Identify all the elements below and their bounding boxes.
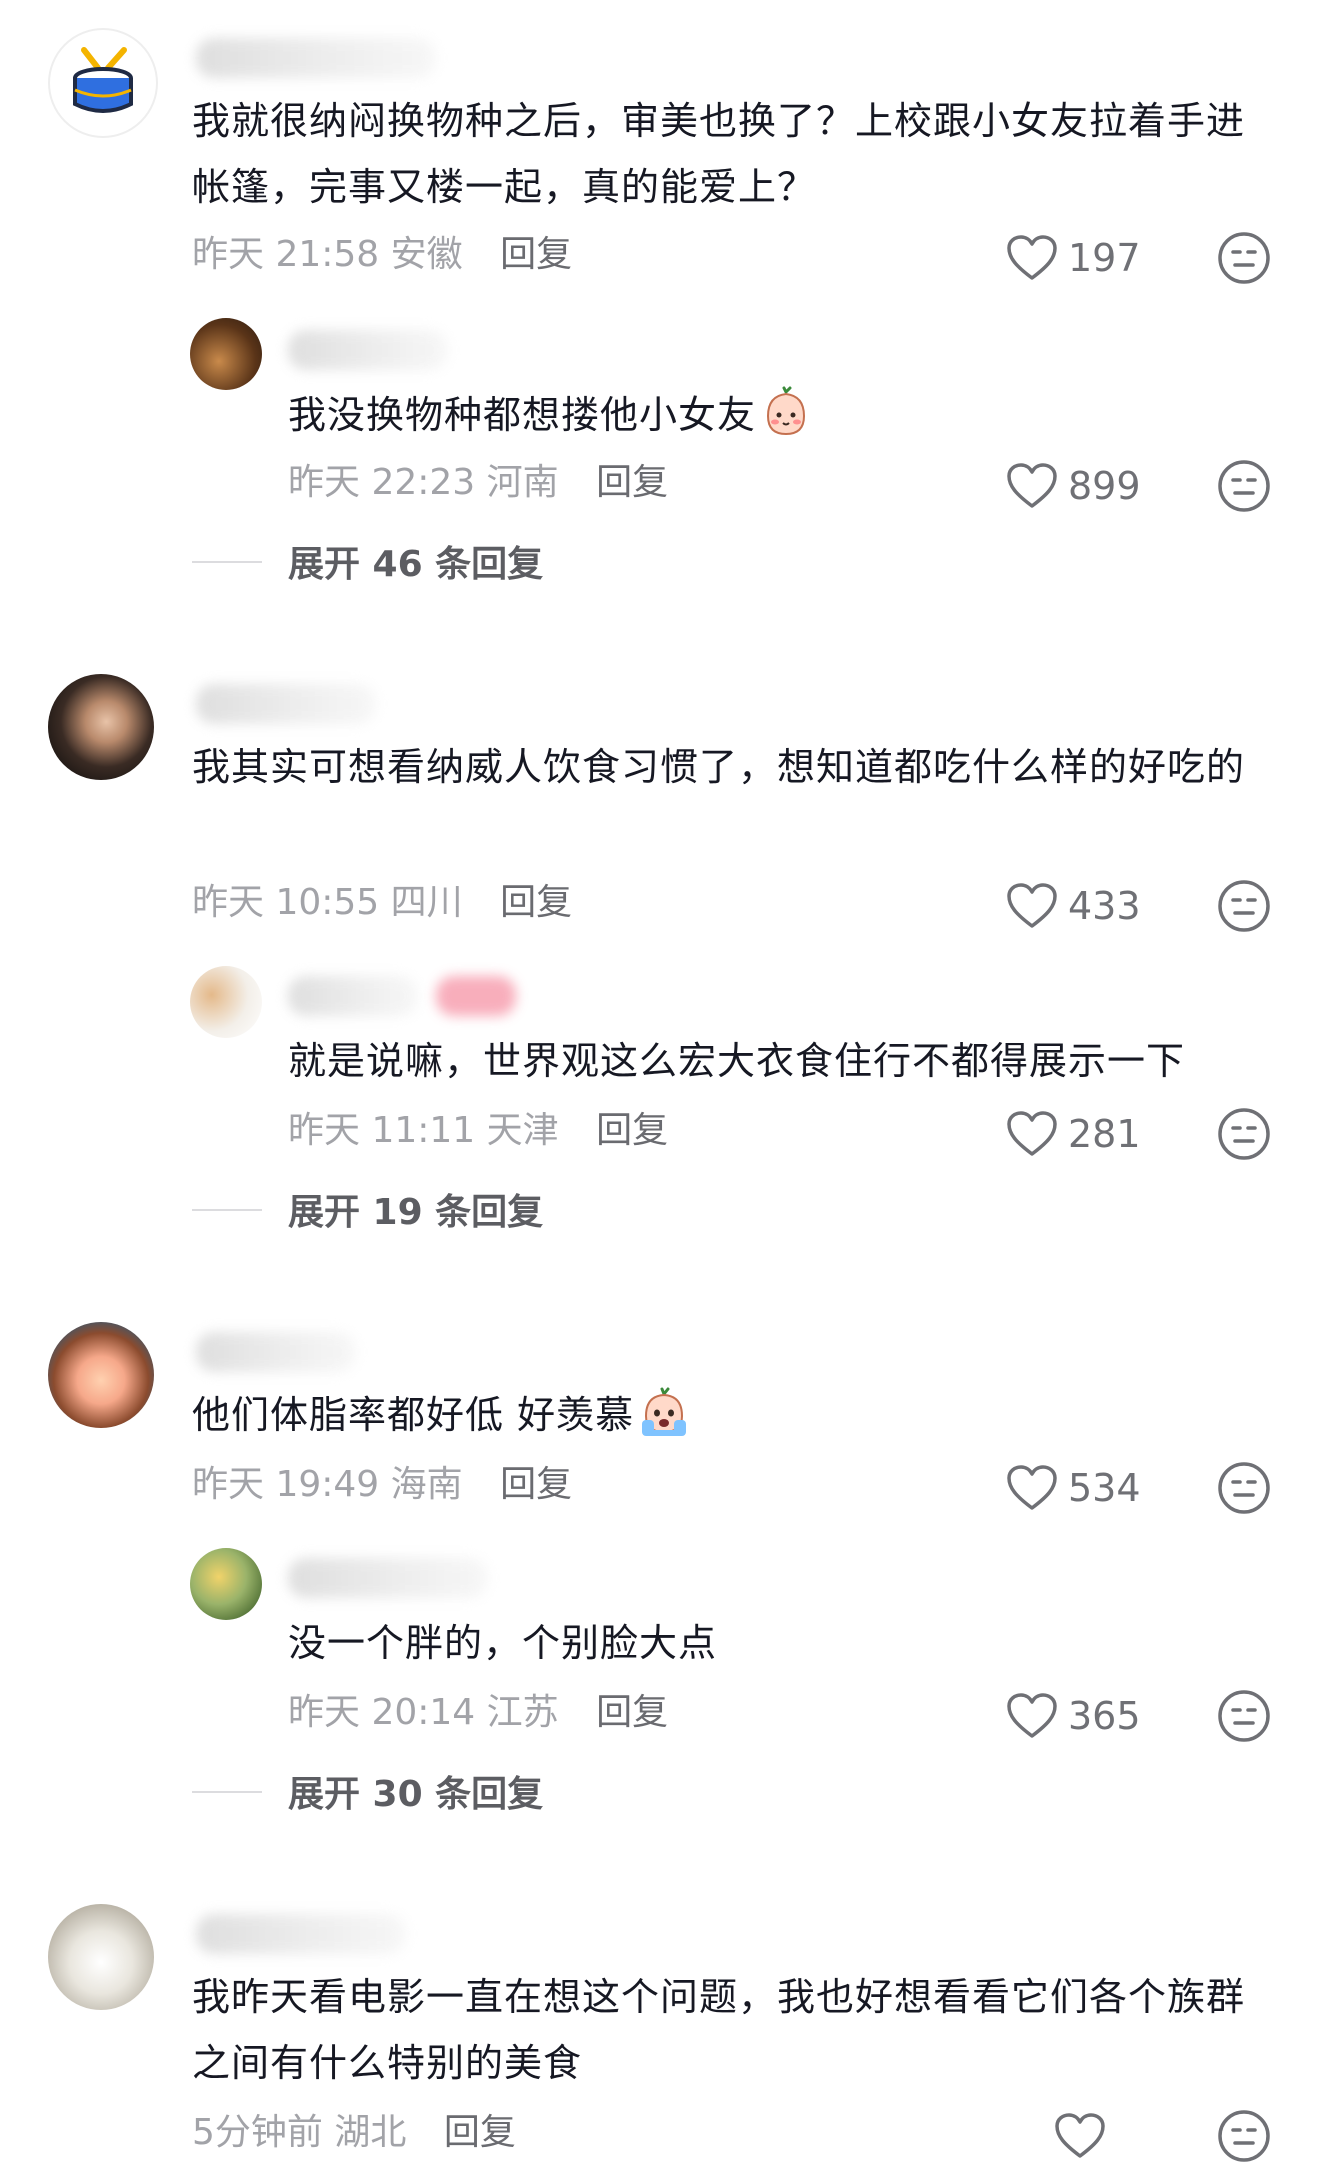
- username-blurred: [288, 330, 448, 370]
- comment-text: 我其实可想看纳威人饮食习惯了，想知道都吃什么样的好吃的: [192, 745, 1246, 789]
- like-button[interactable]: 899: [1006, 456, 1141, 516]
- reply-button[interactable]: 回复: [500, 234, 572, 275]
- username-blurred: [196, 38, 436, 78]
- avatar[interactable]: [190, 318, 262, 390]
- comment-time: 昨天 21:58: [192, 234, 380, 275]
- heart-icon: [1007, 235, 1057, 280]
- avatar[interactable]: [48, 1904, 154, 2010]
- heart-icon: [1007, 883, 1057, 928]
- username-blurred: [288, 1558, 488, 1598]
- like-count: 899: [1068, 464, 1141, 508]
- heart-icon: [1007, 1111, 1057, 1156]
- expand-replies-button[interactable]: 展开 46 条回复: [192, 542, 543, 588]
- dislike-face-icon[interactable]: [1216, 458, 1272, 514]
- reply-button[interactable]: 回复: [596, 1110, 668, 1151]
- comment-meta: 5分钟前 湖北 回复: [192, 2112, 516, 2153]
- username-blurred: [288, 976, 418, 1016]
- avatar[interactable]: [48, 1322, 154, 1428]
- drum-icon: [73, 47, 133, 113]
- like-count: 433: [1068, 884, 1141, 928]
- reply-text: 就是说嘛，世界观这么宏大衣食住行不都得展示一下: [288, 1039, 1186, 1083]
- username-blurred: [196, 1914, 406, 1954]
- avatar[interactable]: [190, 1548, 262, 1620]
- like-button[interactable]: 433: [1006, 876, 1141, 936]
- divider: [192, 1209, 262, 1211]
- divider: [192, 561, 262, 563]
- dislike-face-icon[interactable]: [1216, 878, 1272, 934]
- like-button[interactable]: 197: [1006, 228, 1141, 288]
- heart-icon: [1055, 2113, 1105, 2158]
- like-count: 534: [1068, 1466, 1141, 1510]
- username-blurred: [196, 684, 376, 724]
- divider: [192, 1791, 262, 1793]
- username-blurred: [196, 1332, 356, 1372]
- crying-face-emoji: [642, 1387, 687, 1436]
- reply-text: 我没换物种都想搂他小女友: [288, 382, 1248, 448]
- expand-replies-button[interactable]: 展开 30 条回复: [192, 1772, 543, 1818]
- expand-replies-button[interactable]: 展开 19 条回复: [192, 1190, 543, 1236]
- like-button[interactable]: 534: [1006, 1458, 1141, 1518]
- comment-meta: 昨天 10:55 四川 回复: [192, 882, 573, 923]
- reply-meta: 昨天 11:11 天津 回复: [288, 1110, 669, 1151]
- comment-text: 他们体脂率都好低 好羡慕: [192, 1382, 1252, 1448]
- reply-button[interactable]: 回复: [596, 1692, 668, 1733]
- reply-button[interactable]: 回复: [596, 462, 668, 503]
- like-button[interactable]: 281: [1006, 1104, 1141, 1164]
- heart-icon: [1007, 1465, 1057, 1510]
- heart-icon: [1007, 463, 1057, 508]
- avatar[interactable]: [48, 28, 158, 138]
- heart-icon: [1007, 1693, 1057, 1738]
- comment-text: 我昨天看电影一直在想这个问题，我也好想看看它们各个族群之间有什么特别的美食: [192, 1975, 1246, 2085]
- avatar[interactable]: [190, 966, 262, 1038]
- like-count: 365: [1068, 1694, 1141, 1738]
- comment-location: 安徽: [390, 234, 463, 275]
- badge-blurred: [436, 976, 516, 1016]
- dislike-face-icon[interactable]: [1216, 1460, 1272, 1516]
- like-button[interactable]: 365: [1006, 1686, 1141, 1746]
- avatar[interactable]: [48, 674, 154, 780]
- comment-text: 我就很纳闷换物种之后，审美也换了？上校跟小女友拉着手进帐篷，完事又楼一起，真的能…: [192, 99, 1246, 209]
- reply-button[interactable]: 回复: [500, 882, 572, 923]
- dislike-face-icon[interactable]: [1216, 1106, 1272, 1162]
- comment-meta: 昨天 21:58 安徽 回复: [192, 232, 572, 278]
- shy-face-emoji: [767, 386, 806, 436]
- like-button[interactable]: [1054, 2106, 1106, 2166]
- reply-button[interactable]: 回复: [444, 2112, 516, 2153]
- dislike-face-icon[interactable]: [1216, 1688, 1272, 1744]
- comment-meta: 昨天 19:49 海南 回复: [192, 1464, 573, 1505]
- dislike-face-icon[interactable]: [1216, 230, 1272, 286]
- reply-text: 没一个胖的，个别脸大点: [288, 1621, 718, 1665]
- reply-button[interactable]: 回复: [500, 1464, 572, 1505]
- like-count: 197: [1068, 236, 1141, 280]
- reply-meta: 昨天 22:23 河南 回复: [288, 462, 669, 503]
- reply-meta: 昨天 20:14 江苏 回复: [288, 1692, 669, 1733]
- like-count: 281: [1068, 1112, 1141, 1156]
